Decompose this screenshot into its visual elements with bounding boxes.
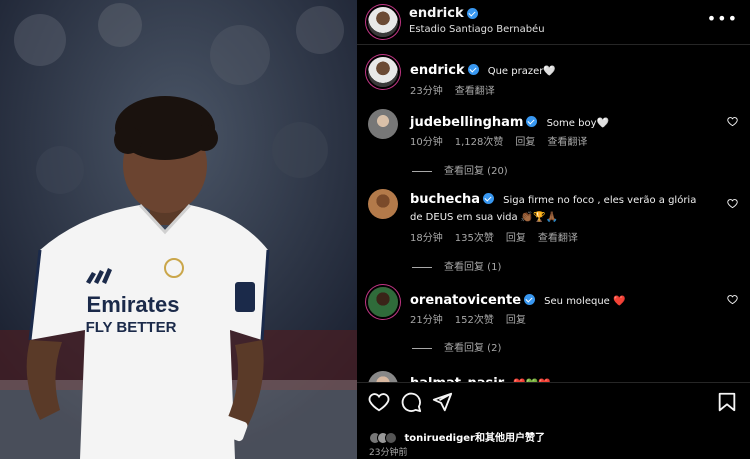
- comment-likes[interactable]: 152次赞: [455, 315, 494, 326]
- reply-button[interactable]: 回复: [506, 233, 526, 244]
- commenter-avatar[interactable]: [368, 189, 398, 219]
- post-header: endrick Estadio Santiago Bernabéu •••: [357, 0, 750, 45]
- author-username-row[interactable]: endrick: [409, 6, 478, 21]
- post-actions: toniruediger和其他用户赞了 23分钟前: [357, 382, 750, 459]
- shirt-sponsor-line1: Emirates: [87, 292, 180, 317]
- like-comment-heart-icon[interactable]: [727, 116, 738, 127]
- verified-icon: [467, 64, 479, 75]
- comment-username[interactable]: judebellingham: [410, 115, 523, 130]
- post-location[interactable]: Estadio Santiago Bernabéu: [409, 24, 545, 35]
- post-panel: endrick Estadio Santiago Bernabéu ••• en…: [357, 0, 750, 459]
- caption-meta: 23分钟 查看翻译: [410, 82, 507, 97]
- translate-link[interactable]: 查看翻译: [547, 137, 587, 148]
- view-replies-button[interactable]: 查看回复 (1): [412, 258, 501, 273]
- comment-text: Seu moleque ❤️: [544, 296, 626, 307]
- liker-avatar: [385, 432, 397, 444]
- comment-username[interactable]: orenatovicente: [410, 293, 521, 308]
- liked-by-text[interactable]: toniruediger和其他用户赞了: [404, 433, 545, 444]
- comment-likes[interactable]: 135次赞: [455, 233, 494, 244]
- caption-username[interactable]: endrick: [410, 63, 465, 78]
- comment-line: judebellingham Some boy🤍: [410, 111, 609, 130]
- comment-text: Some boy🤍: [546, 118, 609, 129]
- player-illustration: Emirates FLY BETTER: [0, 0, 357, 459]
- comment-item: buchecha Siga firme no foco , eles verão…: [357, 186, 750, 276]
- verified-icon: [466, 8, 478, 19]
- author-avatar[interactable]: [368, 7, 398, 37]
- comment-meta: 10分钟 1,128次赞 回复 查看翻译: [410, 133, 599, 148]
- caption-avatar[interactable]: [368, 57, 398, 87]
- commenter-avatar[interactable]: [368, 287, 398, 317]
- verified-icon: [526, 116, 538, 127]
- comment-meta: 21分钟 152次赞 回复: [410, 311, 538, 326]
- comment-icon[interactable]: [400, 391, 422, 413]
- comment-likes[interactable]: 1,128次赞: [455, 137, 504, 148]
- caption-time: 23分钟: [410, 86, 443, 97]
- post-photo[interactable]: Emirates FLY BETTER: [0, 0, 357, 459]
- comment-time: 21分钟: [410, 315, 443, 326]
- comment-item: judebellingham Some boy🤍 10分钟 1,128次赞 回复 查看…: [357, 106, 750, 178]
- comment-line: buchecha Siga firme no foco , eles verão…: [410, 191, 710, 225]
- verified-icon: [483, 193, 495, 204]
- like-heart-icon[interactable]: [368, 391, 390, 413]
- reply-button[interactable]: 回复: [515, 137, 535, 148]
- commenter-avatar[interactable]: [368, 109, 398, 139]
- comment-item: halmat_nasir ❤️💚❤️: [357, 368, 750, 382]
- view-replies-button[interactable]: 查看回复 (20): [412, 162, 508, 177]
- like-comment-heart-icon[interactable]: [727, 198, 738, 209]
- caption-text: Que prazer🤍: [487, 66, 556, 77]
- liked-by-row[interactable]: toniruediger和其他用户赞了: [369, 429, 545, 444]
- more-options-icon[interactable]: •••: [707, 9, 738, 28]
- comments-list[interactable]: endrick Que prazer🤍 23分钟 查看翻译 judebelling…: [357, 46, 750, 382]
- comment-item: orenatovicente Seu moleque ❤️ 21分钟 152次赞 回…: [357, 284, 750, 354]
- comment-time: 10分钟: [410, 137, 443, 148]
- caption-translate-link[interactable]: 查看翻译: [455, 86, 495, 97]
- view-replies-button[interactable]: 查看回复 (2): [412, 339, 501, 354]
- post-timestamp: 23分钟前: [369, 448, 408, 458]
- reply-button[interactable]: 回复: [506, 315, 526, 326]
- like-comment-heart-icon[interactable]: [727, 294, 738, 305]
- comment-time: 18分钟: [410, 233, 443, 244]
- comment-line: halmat_nasir ❤️💚❤️: [410, 372, 551, 382]
- share-send-icon[interactable]: [431, 391, 453, 413]
- author-username[interactable]: endrick: [409, 6, 464, 21]
- comment-line: orenatovicente Seu moleque ❤️: [410, 289, 625, 308]
- save-bookmark-icon[interactable]: [716, 391, 738, 413]
- caption-item: endrick Que prazer🤍 23分钟 查看翻译: [357, 54, 750, 104]
- caption-line: endrick Que prazer🤍: [410, 59, 556, 78]
- verified-icon: [524, 294, 536, 305]
- comment-username[interactable]: buchecha: [410, 192, 480, 207]
- translate-link[interactable]: 查看翻译: [538, 233, 578, 244]
- shirt-sponsor-line2: FLY BETTER: [86, 319, 177, 336]
- commenter-avatar[interactable]: [368, 371, 398, 382]
- comment-meta: 18分钟 135次赞 回复 查看翻译: [410, 229, 590, 244]
